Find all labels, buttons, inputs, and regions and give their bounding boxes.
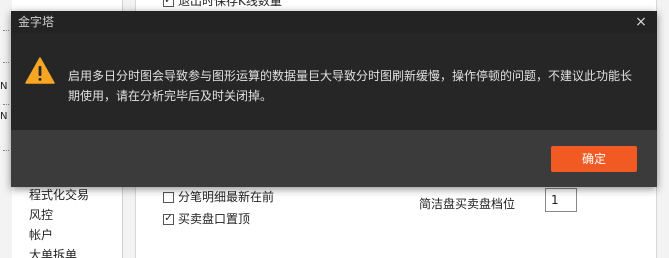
option-tick-detail-newest-first[interactable]: 分笔明细最新在前: [163, 189, 274, 205]
option-label: 分笔明细最新在前: [178, 190, 275, 204]
option-label: 退出时保存K线数量: [178, 0, 282, 8]
dialog-footer: 确定: [11, 130, 657, 187]
tree-connector: [3, 62, 9, 64]
dialog-title: 金字塔: [18, 15, 55, 29]
tree-node-icon: N: [0, 81, 8, 92]
option-order-book-pin-top[interactable]: ✓ 买卖盘口置顶: [163, 211, 250, 227]
dialog-body: 启用多日分时图会导致参与图形运算的数据量巨大导致分时图刷新缓慢，操作停顿的问题，…: [11, 33, 657, 130]
checkbox-unchecked[interactable]: [163, 191, 174, 203]
nav-item-risk-control[interactable]: 风控: [29, 207, 53, 223]
close-icon[interactable]: ×: [633, 13, 649, 31]
depth-setting-input[interactable]: [545, 188, 577, 212]
nav-item-account[interactable]: 帐户: [29, 227, 53, 243]
option-save-kline-count[interactable]: ✓ 退出时保存K线数量: [163, 0, 282, 9]
tree-node-icon: N: [0, 111, 8, 122]
warning-dialog: 金字塔 × 启用多日分时图会导致参与图形运算的数据量巨大导致分时图刷新缓慢，操作…: [11, 11, 657, 187]
panel-right-edge: [656, 0, 669, 258]
dialog-title-bar[interactable]: 金字塔 ×: [11, 11, 657, 33]
nav-item-large-order-split[interactable]: 大单拆单: [29, 247, 77, 258]
tree-connector: [3, 30, 9, 32]
tree-connector: [3, 150, 9, 152]
option-label: 买卖盘口置顶: [178, 212, 251, 226]
ok-button[interactable]: 确定: [551, 146, 637, 172]
nav-item-programmatic-trading[interactable]: 程式化交易: [29, 187, 89, 203]
tree-connector: [3, 104, 9, 106]
checkbox-checked[interactable]: ✓: [163, 0, 174, 7]
checkbox-checked[interactable]: ✓: [163, 213, 174, 225]
dialog-message: 启用多日分时图会导致参与图形运算的数据量巨大导致分时图刷新缓慢，操作停顿的问题，…: [68, 69, 633, 103]
depth-setting-label: 简洁盘买卖盘档位: [419, 197, 516, 211]
warning-icon: [25, 57, 55, 84]
